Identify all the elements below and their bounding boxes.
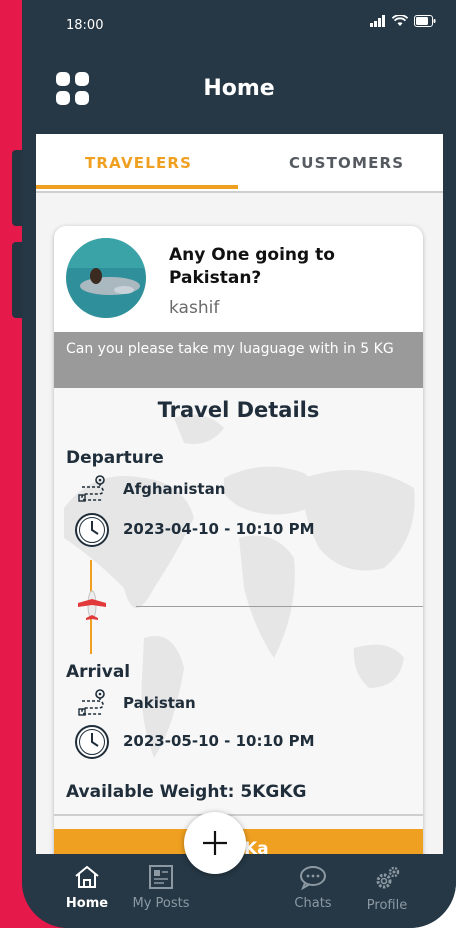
posts-icon xyxy=(149,865,173,889)
card-divider xyxy=(54,814,423,816)
nav-home-label: Home xyxy=(65,896,109,911)
nav-profile[interactable]: Profile xyxy=(352,864,422,913)
arrival-datetime: 2023-05-10 - 10:10 PM xyxy=(123,732,315,750)
status-time: 18:00 xyxy=(66,18,104,33)
tab-travelers[interactable]: TRAVELERS xyxy=(85,154,192,172)
page-title: Home xyxy=(203,76,275,101)
battery-icon xyxy=(414,15,436,27)
clock-icon xyxy=(75,725,109,759)
bottom-nav: Home My Posts Chats Profile xyxy=(22,854,456,928)
arrival-label: Arrival xyxy=(66,662,131,682)
nav-home[interactable]: Home xyxy=(52,864,122,911)
nav-chats-label: Chats xyxy=(294,896,332,911)
tab-customers[interactable]: CUSTOMERS xyxy=(289,154,404,172)
departure-label: Departure xyxy=(66,448,164,468)
chat-icon xyxy=(300,866,326,891)
available-weight: Available Weight: 5KGKG xyxy=(66,782,306,802)
app-bar: Home xyxy=(22,50,456,134)
status-bar: 18:00 xyxy=(22,0,456,50)
departure-location: Afghanistan xyxy=(123,480,226,498)
plus-icon xyxy=(203,831,227,855)
home-icon xyxy=(75,865,99,888)
phone-frame: 18:00 Home TRAVELERS CUSTOMERS Any One g… xyxy=(22,0,456,928)
post-title: Any One going to Pakistan? xyxy=(169,245,335,288)
travel-details: Travel Details Departure Afghanistan 202… xyxy=(54,388,423,854)
status-icons xyxy=(370,15,436,27)
nav-my-posts-label: My Posts xyxy=(132,896,190,911)
wifi-icon xyxy=(392,15,408,26)
weight-value: 5KGKG xyxy=(240,782,307,802)
weight-label: Available Weight: xyxy=(66,782,235,802)
post-card[interactable]: Any One going to Pakistan? kashif Can yo… xyxy=(54,226,423,854)
tab-bar: TRAVELERS CUSTOMERS xyxy=(36,134,443,193)
departure-datetime: 2023-04-10 - 10:10 PM xyxy=(123,520,315,538)
avatar[interactable] xyxy=(66,238,146,318)
add-post-button[interactable] xyxy=(184,812,246,874)
post-message: Can you please take my luaguage with in … xyxy=(54,332,423,388)
arrival-location: Pakistan xyxy=(123,694,196,712)
signal-icon xyxy=(370,15,385,27)
main-content: TRAVELERS CUSTOMERS Any One going to Pak… xyxy=(36,134,443,854)
airplane-icon xyxy=(78,590,106,620)
screen: 18:00 Home TRAVELERS CUSTOMERS Any One g… xyxy=(0,0,456,928)
travel-details-title: Travel Details xyxy=(157,398,320,422)
nav-chats[interactable]: Chats xyxy=(278,864,348,911)
route-icon xyxy=(78,475,105,502)
flight-divider xyxy=(136,606,423,607)
post-username: kashif xyxy=(169,298,220,318)
gears-icon xyxy=(376,866,400,889)
nav-my-posts[interactable]: My Posts xyxy=(126,864,196,911)
tab-active-indicator xyxy=(36,185,238,189)
route-icon xyxy=(78,689,105,716)
nav-profile-label: Profile xyxy=(366,898,408,913)
clock-icon xyxy=(75,513,109,547)
